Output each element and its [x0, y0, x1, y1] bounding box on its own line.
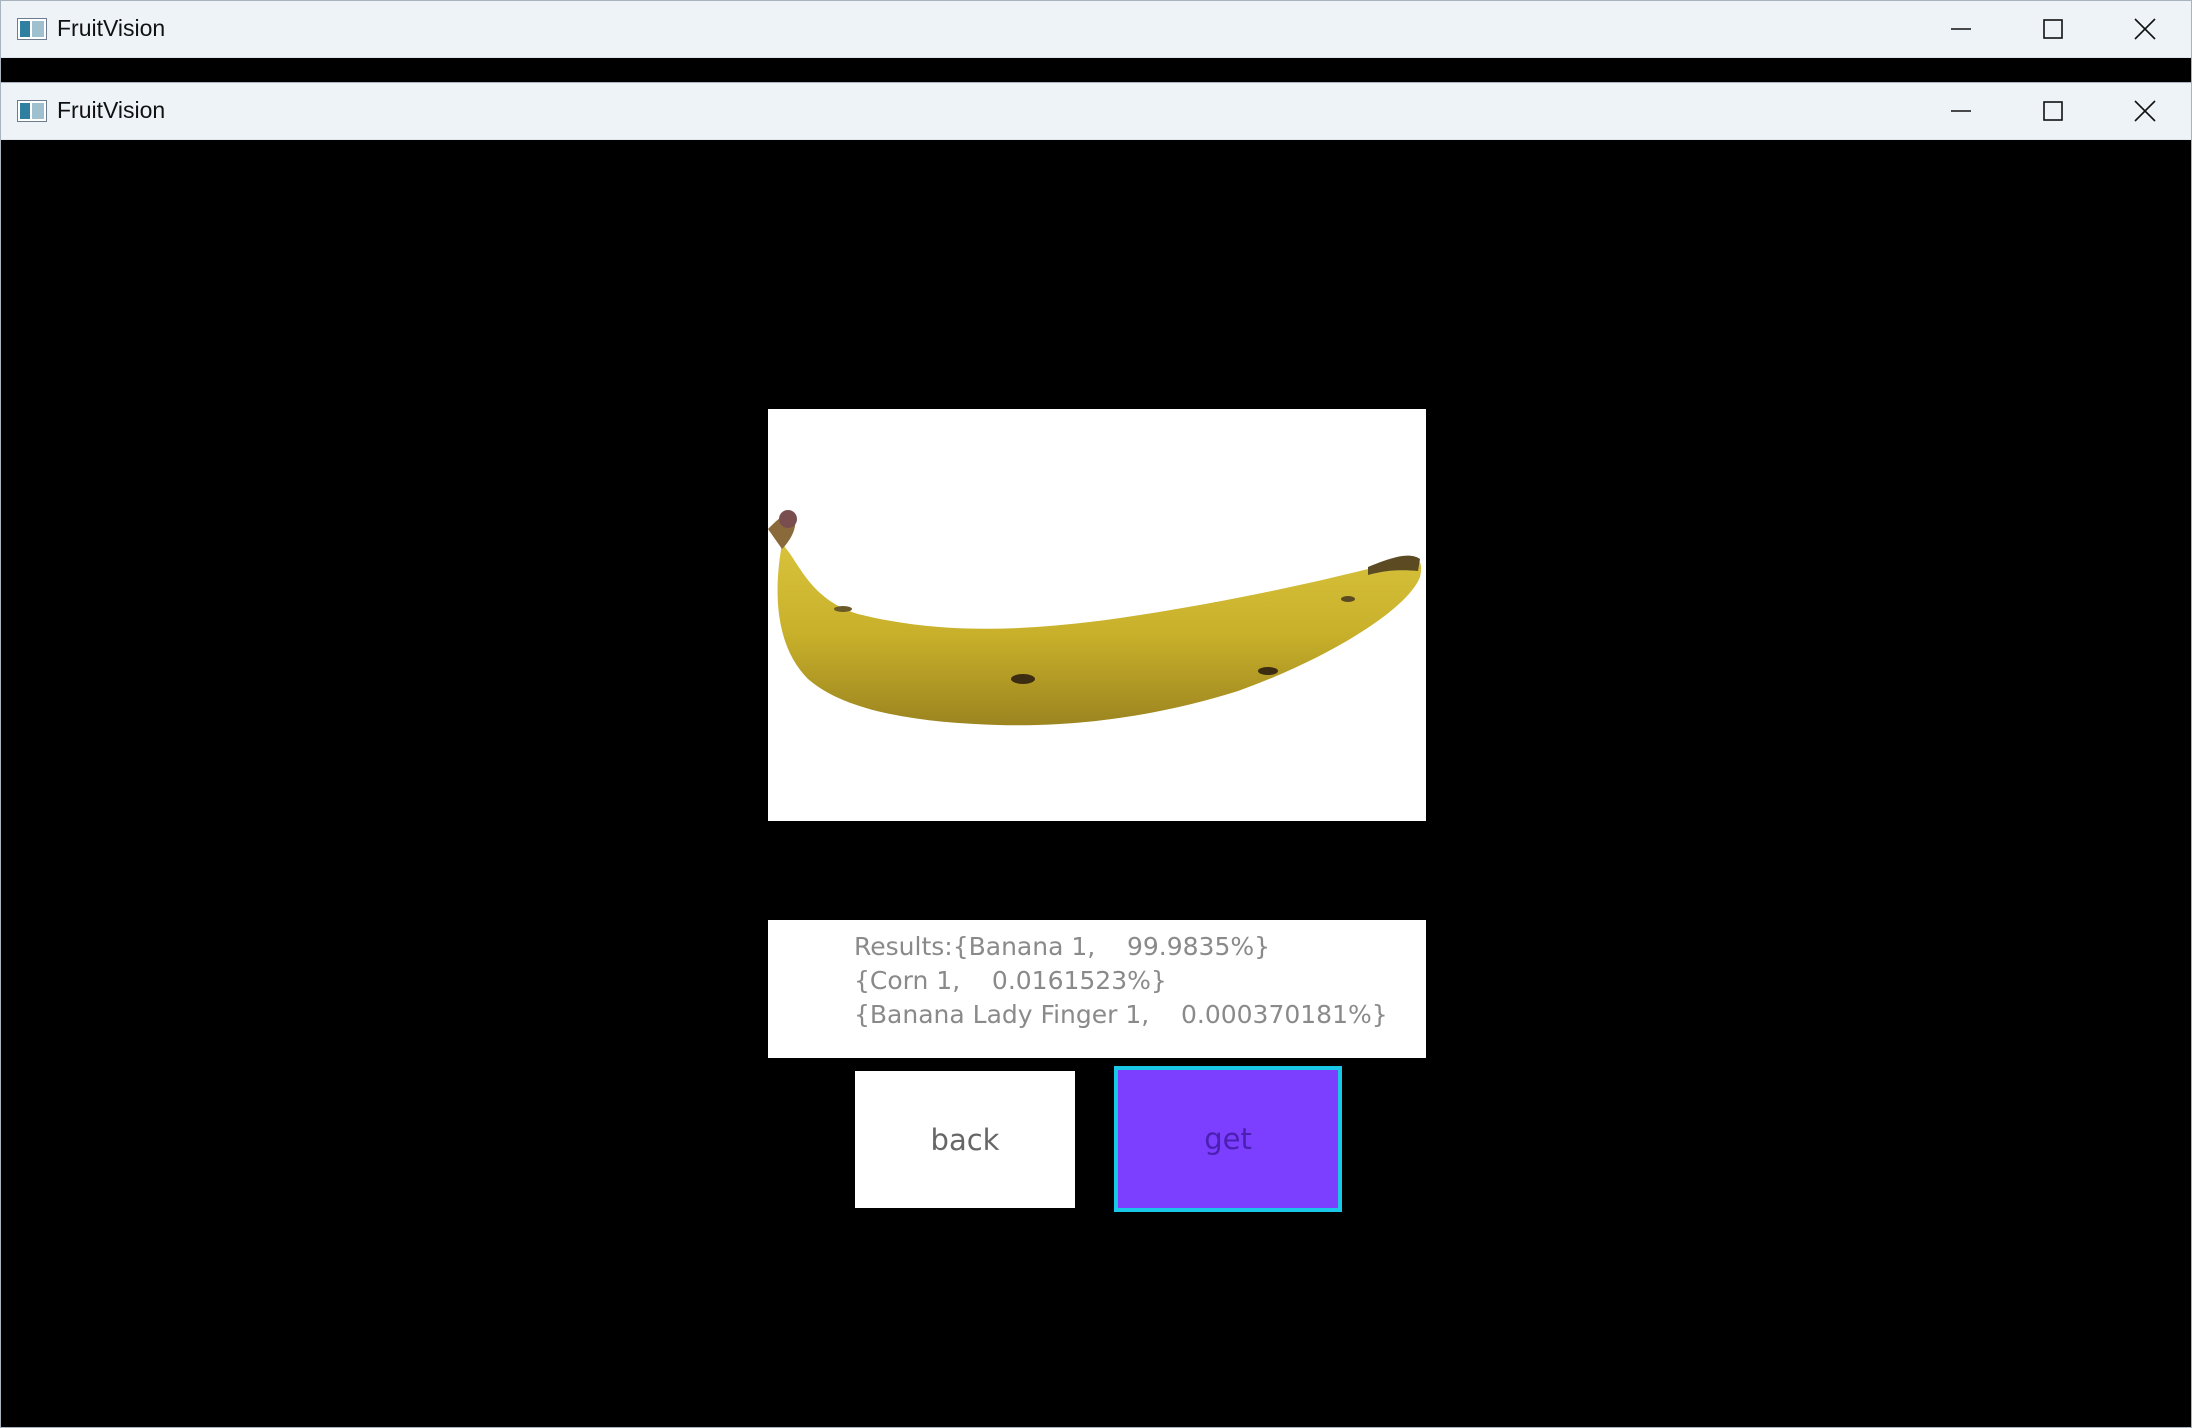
result-line-2: {Corn 1, 0.0161523%} — [854, 966, 1167, 995]
maximize-button[interactable] — [2007, 1, 2099, 57]
app-icon — [17, 18, 47, 40]
minimize-button[interactable] — [1915, 1, 2007, 57]
background-window-content — [1, 58, 2191, 83]
main-window: FruitVision Results:{Banana 1, 99.9835%}… — [0, 82, 2192, 1428]
result-line-3: {Banana Lady Finger 1, 0.000370181%} — [854, 1000, 1388, 1029]
background-window-titlebar[interactable]: FruitVision — [1, 1, 2191, 58]
app-icon — [17, 100, 47, 122]
maximize-icon — [2043, 19, 2063, 39]
banana-image — [768, 510, 1422, 726]
close-button[interactable] — [2099, 1, 2191, 57]
close-icon — [2134, 100, 2156, 122]
get-button[interactable]: get — [1114, 1066, 1342, 1212]
maximize-icon — [2043, 101, 2063, 121]
minimize-icon — [1951, 28, 1971, 30]
close-button[interactable] — [2099, 83, 2191, 139]
window-title: FruitVision — [57, 15, 166, 41]
fruit-image-panel — [768, 409, 1426, 821]
minimize-button[interactable] — [1915, 83, 2007, 139]
main-window-titlebar[interactable]: FruitVision — [1, 83, 2191, 140]
results-text: Results:{Banana 1, 99.9835%} {Corn 1, 0.0… — [768, 920, 1426, 1058]
result-line-1: Results:{Banana 1, 99.9835%} — [854, 932, 1271, 961]
window-title: FruitVision — [57, 97, 166, 123]
back-button[interactable]: back — [855, 1071, 1075, 1208]
maximize-button[interactable] — [2007, 83, 2099, 139]
close-icon — [2134, 18, 2156, 40]
get-button-label: get — [1204, 1122, 1252, 1156]
minimize-icon — [1951, 110, 1971, 112]
back-button-label: back — [930, 1122, 1000, 1157]
background-window: FruitVision — [0, 0, 2192, 84]
